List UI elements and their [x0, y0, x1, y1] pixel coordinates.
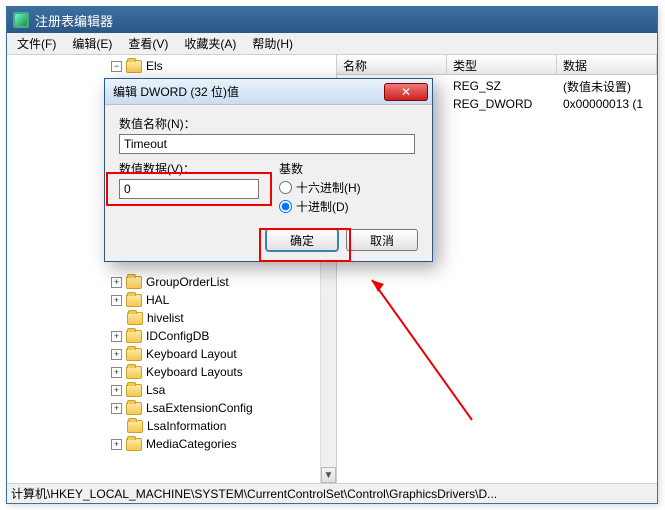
- name-field[interactable]: [119, 134, 415, 154]
- expander-icon[interactable]: +: [111, 367, 122, 378]
- titlebar[interactable]: 注册表编辑器: [7, 7, 657, 33]
- regedit-icon: [13, 12, 29, 28]
- close-icon: ✕: [401, 85, 411, 99]
- tree-item[interactable]: Keyboard Layouts: [146, 365, 243, 379]
- dialog-title: 编辑 DWORD (32 位)值: [113, 83, 384, 100]
- cell-type: REG_DWORD: [447, 97, 557, 111]
- tree-item-els[interactable]: Els: [146, 59, 163, 73]
- folder-icon: [127, 420, 143, 433]
- value-data-input[interactable]: [119, 179, 259, 199]
- cancel-button[interactable]: 取消: [346, 229, 418, 251]
- tree-item[interactable]: Lsa: [146, 383, 165, 397]
- folder-icon: [126, 366, 142, 379]
- statusbar-path: 计算机\HKEY_LOCAL_MACHINE\SYSTEM\CurrentCon…: [11, 487, 497, 501]
- list-header: 名称 类型 数据: [337, 55, 657, 75]
- expander-icon[interactable]: −: [111, 61, 122, 72]
- folder-icon: [126, 294, 142, 307]
- dialog-titlebar[interactable]: 编辑 DWORD (32 位)值 ✕: [105, 79, 432, 105]
- close-button[interactable]: ✕: [384, 83, 428, 101]
- col-data[interactable]: 数据: [557, 55, 657, 74]
- menu-file[interactable]: 文件(F): [9, 33, 64, 54]
- ok-button[interactable]: 确定: [266, 229, 338, 251]
- tree-item[interactable]: LsaInformation: [147, 419, 226, 433]
- expander-icon[interactable]: +: [111, 385, 122, 396]
- folder-icon: [126, 348, 142, 361]
- folder-icon: [126, 438, 142, 451]
- expander-icon[interactable]: +: [111, 349, 122, 360]
- expander-icon[interactable]: +: [111, 403, 122, 414]
- radix-dec-radio[interactable]: [279, 200, 292, 213]
- tree-item[interactable]: GroupOrderList: [146, 275, 229, 289]
- expander-icon[interactable]: +: [111, 277, 122, 288]
- tree-item[interactable]: hivelist: [147, 311, 184, 325]
- folder-icon: [126, 276, 142, 289]
- radix-hex-option[interactable]: 十六进制(H): [279, 179, 418, 196]
- col-type[interactable]: 类型: [447, 55, 557, 74]
- radix-hex-radio[interactable]: [279, 181, 292, 194]
- folder-icon: [126, 402, 142, 415]
- menu-favorites[interactable]: 收藏夹(A): [176, 33, 244, 54]
- tree-item[interactable]: LsaExtensionConfig: [146, 401, 253, 415]
- name-label: 数值名称(N)：: [119, 115, 418, 132]
- radix-dec-text: 十进制(D): [296, 198, 349, 215]
- menu-view[interactable]: 查看(V): [120, 33, 176, 54]
- statusbar: 计算机\HKEY_LOCAL_MACHINE\SYSTEM\CurrentCon…: [7, 483, 657, 503]
- radix-hex-text: 十六进制(H): [296, 179, 361, 196]
- folder-icon: [126, 60, 142, 73]
- tree-item[interactable]: HAL: [146, 293, 169, 307]
- tree-item[interactable]: Keyboard Layout: [146, 347, 237, 361]
- col-name[interactable]: 名称: [337, 55, 447, 74]
- folder-icon: [126, 330, 142, 343]
- cell-type: REG_SZ: [447, 79, 557, 93]
- menubar: 文件(F) 编辑(E) 查看(V) 收藏夹(A) 帮助(H): [7, 33, 657, 55]
- data-label: 数值数据(V)：: [119, 160, 259, 177]
- expander-icon[interactable]: +: [111, 331, 122, 342]
- menu-help[interactable]: 帮助(H): [244, 33, 301, 54]
- folder-icon: [127, 312, 143, 325]
- menu-edit[interactable]: 编辑(E): [64, 33, 120, 54]
- radix-dec-option[interactable]: 十进制(D): [279, 198, 418, 215]
- expander-icon[interactable]: +: [111, 439, 122, 450]
- tree-item[interactable]: IDConfigDB: [146, 329, 209, 343]
- scroll-down-icon[interactable]: ▼: [321, 467, 336, 483]
- radix-label: 基数: [279, 160, 418, 177]
- cell-data: (数值未设置): [557, 78, 657, 95]
- tree-item[interactable]: MediaCategories: [146, 437, 237, 451]
- expander-icon[interactable]: +: [111, 295, 122, 306]
- folder-icon: [126, 384, 142, 397]
- edit-dword-dialog: 编辑 DWORD (32 位)值 ✕ 数值名称(N)： 数值数据(V)： 基数 …: [104, 78, 433, 262]
- window-title: 注册表编辑器: [35, 11, 113, 30]
- cell-data: 0x00000013 (1: [557, 97, 657, 111]
